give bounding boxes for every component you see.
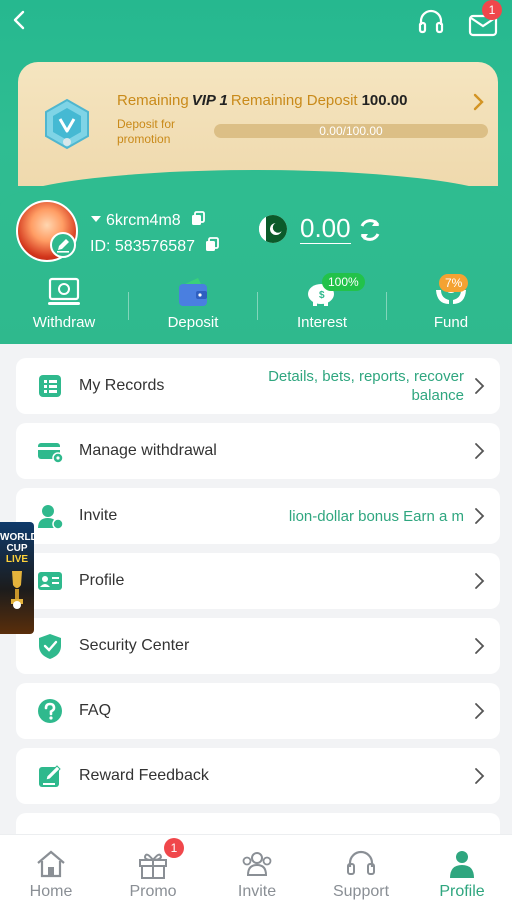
card-settings-icon: [38, 443, 64, 464]
tab-profile[interactable]: Profile: [412, 835, 512, 908]
vip-progress-text: Remaining VIP 1 Remaining Deposit 100.00: [117, 92, 408, 109]
vip-progress-bar: 0.00/100.00: [214, 124, 488, 138]
interest-rate-badge: 100%: [322, 273, 365, 291]
balance-amount: 0.00: [300, 213, 351, 244]
refresh-icon: [360, 219, 380, 241]
user-id-label: ID:: [90, 238, 111, 255]
trophy-icon: [11, 571, 23, 609]
vip-badge-icon: [42, 98, 92, 150]
menu-item-security-center[interactable]: Security Center: [16, 618, 500, 674]
menu-item-my-records[interactable]: My Records Details, bets, reports, recov…: [16, 358, 500, 414]
tab-support[interactable]: Support: [310, 835, 412, 908]
menu-item-profile[interactable]: Profile: [16, 553, 500, 609]
question-icon: [38, 699, 62, 723]
records-icon: [39, 375, 61, 397]
username: 6krcm4m8: [106, 212, 181, 229]
caret-down-icon: [91, 216, 101, 222]
copy-icon[interactable]: [191, 211, 206, 226]
wallet-icon: [179, 278, 207, 306]
edit-avatar-button[interactable]: [50, 232, 76, 258]
pakistan-flag-icon: [259, 215, 287, 243]
vip-level: VIP 1: [191, 92, 228, 109]
world-cup-live-banner[interactable]: WORLD CUP LIVE: [0, 522, 38, 634]
customer-service-button[interactable]: [416, 6, 446, 36]
remaining-deposit-amount: 100.00: [361, 92, 408, 109]
vip-progress-label: 0.00/100.00: [319, 124, 383, 138]
menu-item-hint: Details, bets, reports, recover balance: [268, 368, 464, 404]
menu-item-faq[interactable]: FAQ: [16, 683, 500, 739]
svg-text:$: $: [319, 290, 325, 301]
profile-icon: [450, 851, 474, 878]
feedback-icon: [39, 765, 61, 787]
vip-subtitle: Deposit for promotion: [117, 117, 176, 146]
home-icon: [37, 850, 65, 878]
withdraw-action[interactable]: Withdraw: [0, 276, 128, 331]
chevron-right-icon: [475, 638, 485, 654]
bottom-tab-bar: Home Promo Invite Support Profile: [0, 834, 512, 908]
shield-check-icon: [39, 634, 61, 659]
messages-badge: 1: [482, 0, 502, 20]
user-id-row: ID: 583576587: [90, 237, 220, 256]
tab-invite[interactable]: Invite: [206, 835, 308, 908]
menu-item-invite[interactable]: Invite lion-dollar bonus Earn a m: [16, 488, 500, 544]
vip-chevron-icon[interactable]: [472, 92, 486, 112]
chevron-right-icon: [475, 378, 485, 394]
chevron-right-icon: [475, 768, 485, 784]
invite-user-icon: [38, 505, 64, 530]
chevron-right-icon: [475, 443, 485, 459]
copy-icon[interactable]: [205, 237, 220, 252]
username-row: 6krcm4m8: [90, 211, 206, 230]
users-icon: [242, 852, 272, 876]
chevron-right-icon: [475, 508, 485, 524]
tab-promo[interactable]: Promo: [102, 835, 204, 908]
headset-icon: [418, 9, 444, 34]
invite-marquee: lion-dollar bonus Earn a m: [288, 508, 464, 525]
refresh-balance-button[interactable]: [356, 216, 384, 244]
id-card-icon: [38, 572, 62, 590]
menu-item-manage-withdrawal[interactable]: Manage withdrawal: [16, 423, 500, 479]
withdraw-icon: [48, 277, 80, 305]
pencil-icon: [57, 239, 69, 253]
fund-rate-badge: 7%: [439, 274, 469, 292]
menu-item-reward-feedback[interactable]: Reward Feedback: [16, 748, 500, 804]
deposit-action[interactable]: Deposit: [129, 276, 257, 331]
chevron-right-icon: [475, 703, 485, 719]
headset-icon: [347, 850, 375, 875]
promo-badge: 1: [164, 838, 184, 858]
user-id-value: 583576587: [114, 238, 195, 255]
tab-home[interactable]: Home: [0, 835, 102, 908]
chevron-left-icon: [13, 10, 25, 30]
back-button[interactable]: [8, 8, 32, 32]
chevron-right-icon: [475, 573, 485, 589]
